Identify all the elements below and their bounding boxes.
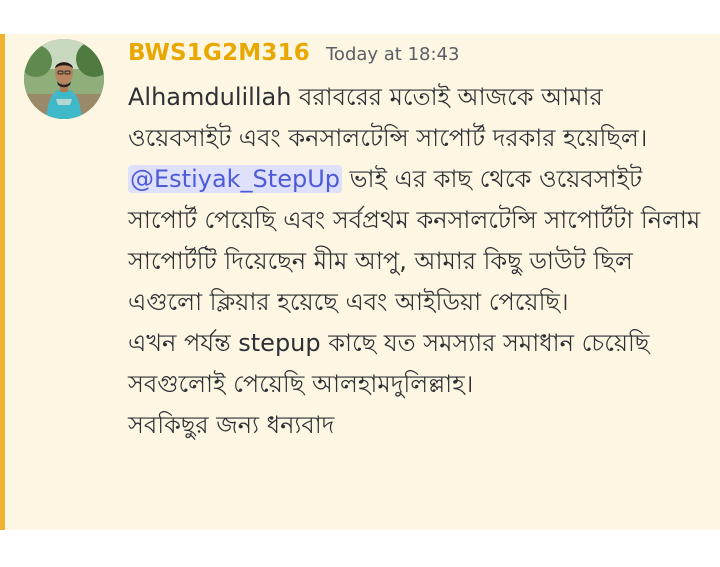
avatar[interactable] <box>24 39 104 119</box>
avatar-photo <box>24 39 104 119</box>
message-paragraph-4: সবকিছুর জন্য ধন্যবাদ <box>128 411 335 439</box>
author-name[interactable]: BWS1G2M316 <box>128 40 310 66</box>
message-paragraph-2: @Estiyak_StepUp ভাই এর কাছ থেকে ওয়েবসাই… <box>128 159 708 323</box>
chat-message[interactable]: BWS1G2M316 Today at 18:43 Alhamdulillah … <box>0 34 720 530</box>
mention-highlight-bar <box>0 34 5 530</box>
chat-view: BWS1G2M316 Today at 18:43 Alhamdulillah … <box>0 0 720 567</box>
user-mention[interactable]: @Estiyak_StepUp <box>128 165 342 193</box>
message-header: BWS1G2M316 Today at 18:43 <box>128 40 459 66</box>
message-timestamp[interactable]: Today at 18:43 <box>326 44 459 65</box>
message-paragraph-3: এখন পর্যন্ত stepup কাছে যত সমস্যার সমাধা… <box>128 329 650 398</box>
message-paragraph-1: Alhamdulillah বরাবরের মতোই আজকে আমার ওয়… <box>128 83 648 152</box>
message-content: Alhamdulillah বরাবরের মতোই আজকে আমার ওয়… <box>128 77 708 446</box>
